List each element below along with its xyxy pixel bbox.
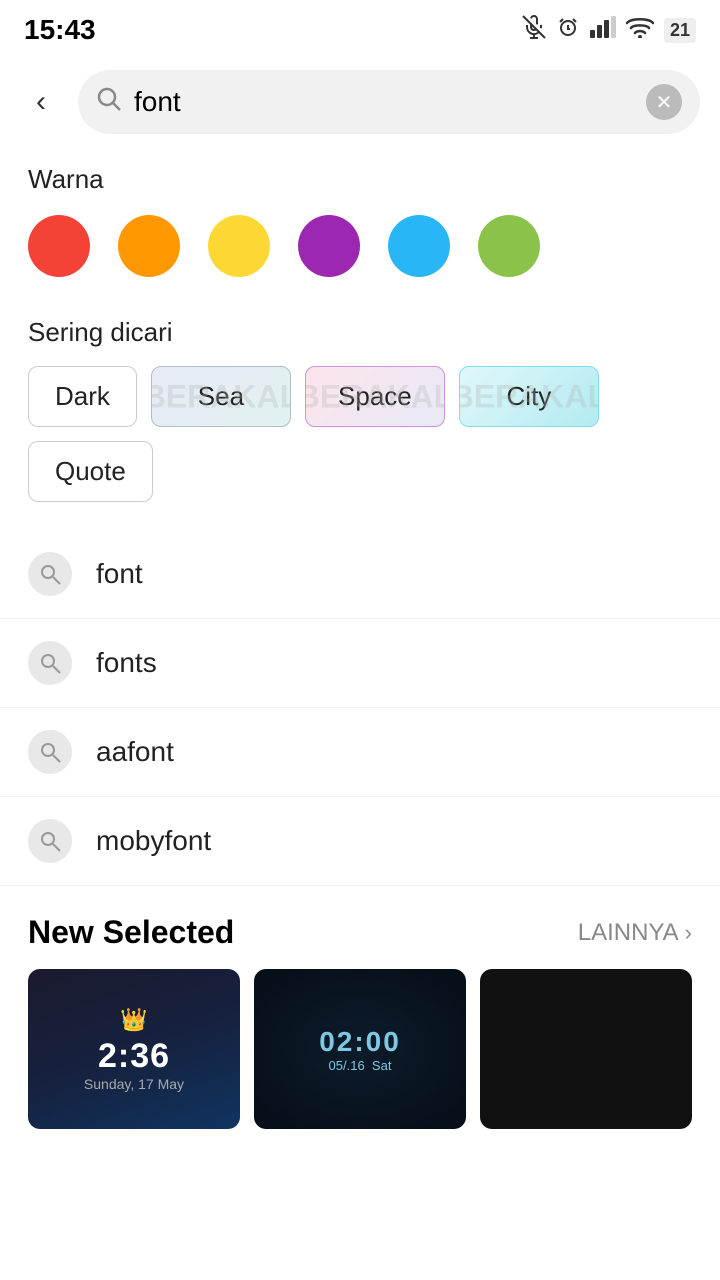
thumb-blue-time: 02:00 xyxy=(319,1026,401,1058)
suggestion-search-icon-1 xyxy=(28,552,72,596)
search-input-wrap: ✕ xyxy=(78,70,700,134)
sering-section: Sering dicari Dark Sea BERAKAL Space BER… xyxy=(0,307,720,502)
status-icons: 21 xyxy=(522,15,696,45)
green-circle[interactable] xyxy=(478,215,540,277)
sering-dicari-title: Sering dicari xyxy=(28,317,692,348)
new-selected-section: New Selected LAINNYA › 👑 2:36 Sunday, 17… xyxy=(0,886,720,1129)
tag-quote[interactable]: Quote xyxy=(28,441,153,502)
thumbnail-dark[interactable]: 👑 2:36 Sunday, 17 May xyxy=(28,969,240,1129)
tag-sea-label: Sea xyxy=(198,381,244,411)
tag-space[interactable]: Space BERAKAL xyxy=(305,366,445,427)
crown-icon: 👑 xyxy=(120,1007,147,1033)
lainnya-arrow-icon: › xyxy=(685,920,692,946)
suggestion-font[interactable]: font xyxy=(0,530,720,619)
clear-button[interactable]: ✕ xyxy=(646,84,682,120)
tag-sea[interactable]: Sea BERAKAL xyxy=(151,366,291,427)
tag-dark[interactable]: Dark xyxy=(28,366,137,427)
tag-quote-label: Quote xyxy=(55,456,126,486)
suggestion-mobyfont[interactable]: mobyfont xyxy=(0,797,720,886)
lainnya-button[interactable]: LAINNYA › xyxy=(578,919,692,947)
warna-section: Warna xyxy=(0,144,720,195)
color-circles xyxy=(0,215,720,277)
search-input[interactable] xyxy=(134,86,634,118)
sering-tags: Dark Sea BERAKAL Space BERAKAL City BERA… xyxy=(28,366,692,502)
tag-dark-label: Dark xyxy=(55,381,110,411)
status-time: 15:43 xyxy=(24,14,96,46)
clear-icon: ✕ xyxy=(656,90,673,115)
orange-circle[interactable] xyxy=(118,215,180,277)
mute-icon xyxy=(522,15,546,45)
wifi-icon xyxy=(626,16,654,44)
warna-title: Warna xyxy=(28,164,692,195)
tag-city-label: City xyxy=(507,381,552,411)
new-selected-header: New Selected LAINNYA › xyxy=(28,914,692,951)
lainnya-label: LAINNYA xyxy=(578,919,679,947)
purple-circle[interactable] xyxy=(298,215,360,277)
suggestion-text-4: mobyfont xyxy=(96,825,211,857)
suggestion-search-icon-4 xyxy=(28,819,72,863)
thumb-blue-date: 05/.16 Sat xyxy=(329,1058,392,1073)
search-icon xyxy=(96,86,122,119)
back-arrow-icon: ‹ xyxy=(36,85,46,119)
thumbnail-blue[interactable]: 02:00 05/.16 Sat xyxy=(254,969,466,1129)
suggestion-search-icon-3 xyxy=(28,730,72,774)
thumb-dark-date: Sunday, 17 May xyxy=(84,1076,184,1092)
status-bar: 15:43 xyxy=(0,0,720,60)
tag-space-label: Space xyxy=(338,381,412,411)
suggestion-aafont[interactable]: aafont xyxy=(0,708,720,797)
thumbnail-black[interactable] xyxy=(480,969,692,1129)
search-bar-row: ‹ ✕ xyxy=(0,60,720,144)
alarm-icon xyxy=(556,15,580,45)
battery-level: 21 xyxy=(664,18,696,43)
thumbnail-grid: 👑 2:36 Sunday, 17 May 02:00 05/.16 Sat xyxy=(28,969,692,1129)
suggestion-text-2: fonts xyxy=(96,647,157,679)
suggestion-fonts[interactable]: fonts xyxy=(0,619,720,708)
new-selected-title: New Selected xyxy=(28,914,234,951)
red-circle[interactable] xyxy=(28,215,90,277)
suggestion-search-icon-2 xyxy=(28,641,72,685)
suggestions-list: font fonts aafont mobyfont xyxy=(0,530,720,886)
suggestion-text-3: aafont xyxy=(96,736,174,768)
tag-city[interactable]: City BERAKAL xyxy=(459,366,599,427)
yellow-circle[interactable] xyxy=(208,215,270,277)
back-button[interactable]: ‹ xyxy=(16,77,66,127)
blue-circle[interactable] xyxy=(388,215,450,277)
thumb-dark-time: 2:36 xyxy=(98,1037,170,1076)
suggestion-text-1: font xyxy=(96,558,143,590)
signal-icon xyxy=(590,16,616,44)
